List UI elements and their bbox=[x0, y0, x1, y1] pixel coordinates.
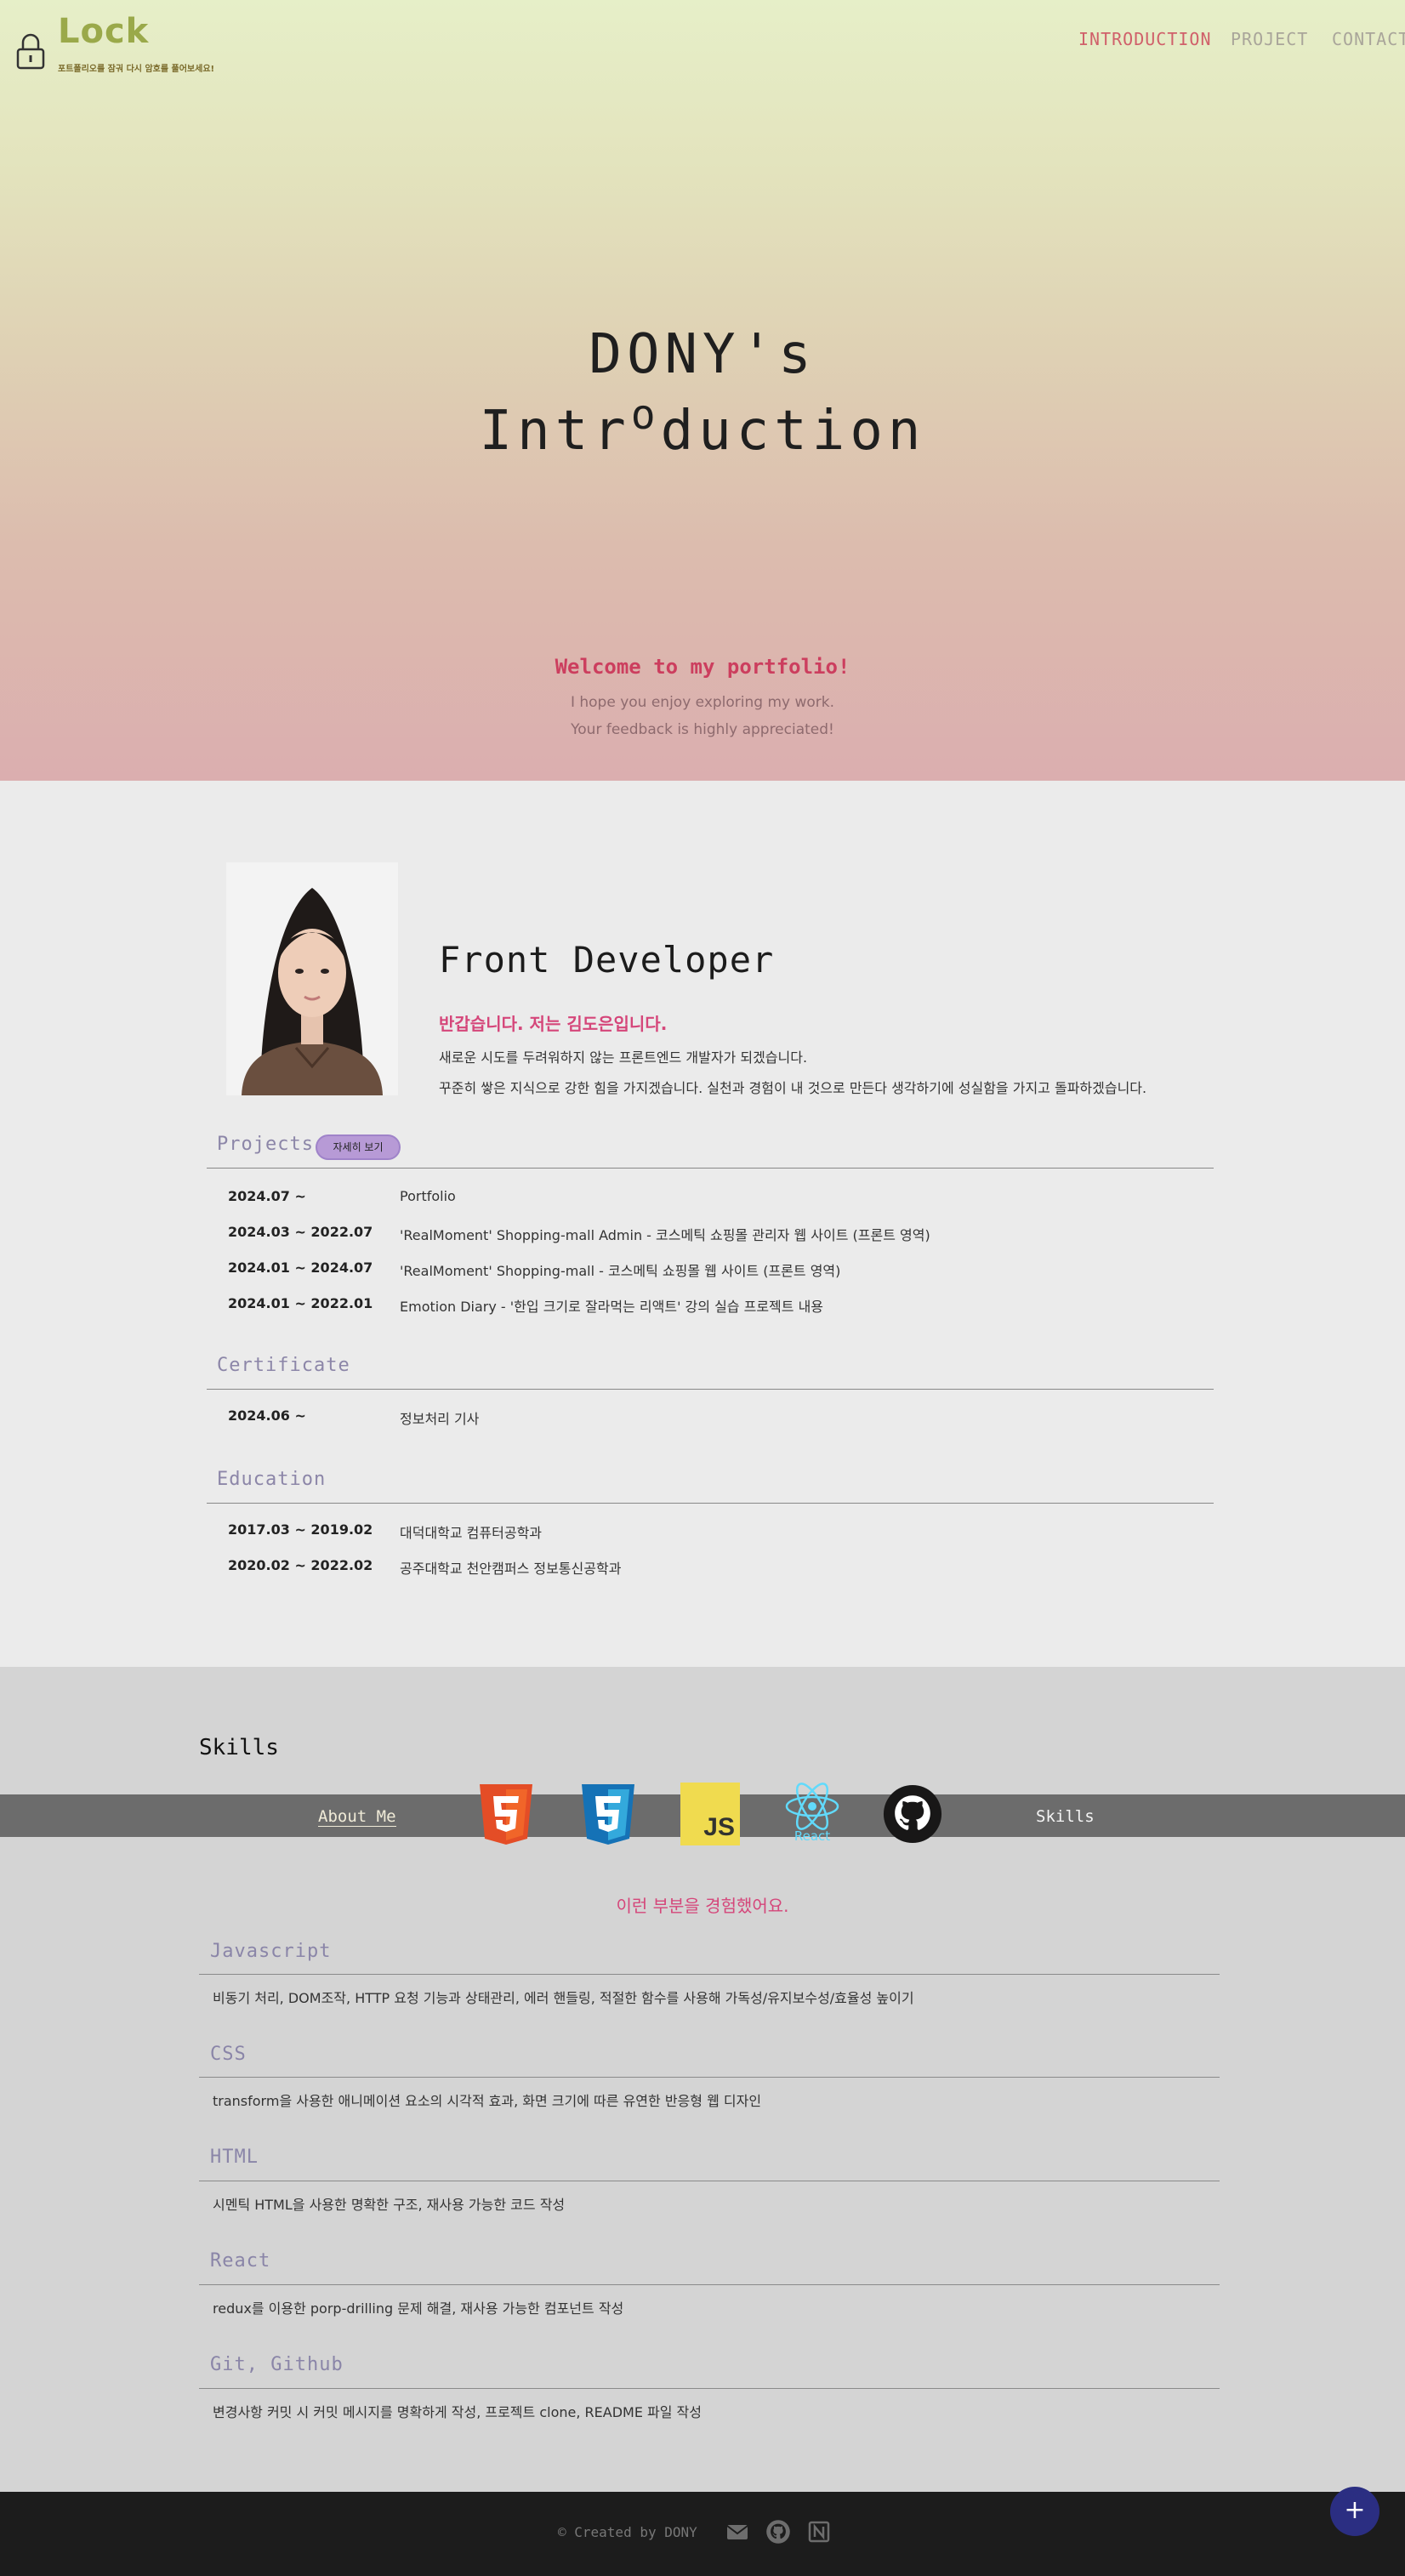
skill-divider bbox=[199, 2077, 1220, 2078]
tab-skills[interactable]: Skills bbox=[1036, 1807, 1095, 1826]
project-desc: 'RealMoment' Shopping-mall Admin - 코스메틱 … bbox=[400, 1227, 930, 1243]
js-label: JS bbox=[703, 1813, 735, 1841]
education-date: 2020.02 ~ 2022.02 bbox=[228, 1557, 373, 1573]
skill-divider bbox=[199, 1974, 1220, 1975]
footer bbox=[0, 2492, 1405, 2576]
logo-subtitle: 포트폴리오를 잠궈 다시 암호를 풀어보세요! bbox=[58, 65, 215, 74]
javascript-icon[interactable]: JS bbox=[680, 1783, 740, 1845]
copyright-text: © Created by DONY bbox=[558, 2524, 697, 2540]
skill-heading-javascript: Javascript bbox=[210, 1941, 332, 1962]
hero-section: Lock 포트폴리오를 잠궈 다시 암호를 풀어보세요! INTRODUCTIO… bbox=[0, 0, 1405, 781]
hero-title-prefix: Intr bbox=[479, 400, 631, 463]
hero-title-line1: DONY's bbox=[589, 323, 816, 386]
projects-heading: Projects bbox=[217, 1134, 314, 1155]
project-desc: Portfolio bbox=[400, 1188, 456, 1204]
nav-project[interactable]: PROJECT bbox=[1231, 29, 1308, 49]
role-title: Front Developer bbox=[439, 939, 775, 981]
hero-subtext-2: Your feedback is highly appreciated! bbox=[571, 721, 834, 738]
education-date: 2017.03 ~ 2019.02 bbox=[228, 1521, 373, 1538]
mail-icon[interactable] bbox=[725, 2519, 750, 2545]
nav-contact[interactable]: CONTACT bbox=[1332, 29, 1405, 49]
nav-introduction[interactable]: INTRODUCTION bbox=[1078, 29, 1212, 49]
hero-title-raised: o bbox=[630, 391, 661, 439]
certificate-divider bbox=[207, 1389, 1214, 1390]
education-desc: 대덕대학교 컴퓨터공학과 bbox=[400, 1525, 543, 1541]
skills-title: Skills bbox=[199, 1735, 279, 1760]
education-divider bbox=[207, 1503, 1214, 1504]
skill-desc-html: 시멘틱 HTML을 사용한 명확한 구조, 재사용 가능한 코드 작성 bbox=[213, 2197, 566, 2213]
react-icon[interactable]: React bbox=[782, 1783, 842, 1845]
project-date: 2024.07 ~ bbox=[228, 1188, 306, 1204]
skill-heading-css: CSS bbox=[210, 2044, 247, 2065]
lock-icon[interactable] bbox=[15, 32, 46, 70]
certificate-date: 2024.06 ~ bbox=[228, 1407, 306, 1424]
css3-icon[interactable] bbox=[578, 1783, 638, 1845]
skill-heading-react: React bbox=[210, 2250, 271, 2272]
greeting-text: 반갑습니다. 저는 김도은입니다. bbox=[439, 1014, 668, 1034]
skill-heading-html: HTML bbox=[210, 2147, 259, 2168]
hero-subtext-1: I hope you enjoy exploring my work. bbox=[570, 694, 835, 711]
project-date: 2024.01 ~ 2024.07 bbox=[228, 1260, 373, 1276]
footer-github-icon[interactable] bbox=[765, 2519, 791, 2545]
react-label: React bbox=[794, 1828, 831, 1844]
skill-desc-git: 변경사항 커밋 시 커밋 메시지를 명확하게 작성, 프로젝트 clone, R… bbox=[213, 2404, 702, 2420]
project-desc: Emotion Diary - '한입 크기로 잘라먹는 리액트' 강의 실습 … bbox=[400, 1299, 824, 1315]
welcome-text: Welcome to my portfolio! bbox=[555, 655, 850, 679]
education-heading: Education bbox=[217, 1469, 327, 1490]
notion-icon[interactable] bbox=[806, 2519, 832, 2545]
project-date: 2024.01 ~ 2022.01 bbox=[228, 1295, 373, 1311]
skill-divider bbox=[199, 2388, 1220, 2389]
logo-title: Lock bbox=[58, 12, 150, 51]
floating-add-button[interactable]: + bbox=[1330, 2487, 1379, 2536]
project-date: 2024.03 ~ 2022.07 bbox=[228, 1224, 373, 1240]
tab-about-me[interactable]: About Me bbox=[318, 1807, 396, 1827]
education-desc: 공주대학교 천안캠퍼스 정보통신공학과 bbox=[400, 1561, 622, 1577]
certificate-desc: 정보처리 기사 bbox=[400, 1411, 480, 1427]
skill-desc-react: redux를 이용한 porp-drilling 문제 해결, 재사용 가능한 … bbox=[213, 2300, 624, 2317]
skills-subtitle: 이런 부분을 경험했어요. bbox=[616, 1896, 789, 1916]
hero-title-suffix: duction bbox=[660, 400, 926, 463]
certificate-heading: Certificate bbox=[217, 1355, 350, 1376]
skill-desc-javascript: 비동기 처리, DOM조작, HTTP 요청 기능과 상태관리, 에러 핸들링,… bbox=[213, 1990, 914, 2006]
skill-divider bbox=[199, 2284, 1220, 2285]
skill-desc-css: transform을 사용한 애니메이션 요소의 시각적 효과, 화면 크기에 … bbox=[213, 2093, 762, 2109]
projects-divider bbox=[207, 1168, 1214, 1169]
skill-heading-git: Git, Github bbox=[210, 2354, 344, 2375]
view-more-button[interactable]: 자세히 보기 bbox=[316, 1134, 401, 1160]
github-icon[interactable] bbox=[883, 1783, 942, 1845]
intro-line-1: 새로운 시도를 두려워하지 않는 프론트엔드 개발자가 되겠습니다. bbox=[439, 1049, 808, 1066]
hero-title-line2: Introduction bbox=[0, 391, 1405, 463]
intro-line-2: 꾸준히 쌓은 지식으로 강한 힘을 가지겠습니다. 실천과 경험이 내 것으로 … bbox=[439, 1080, 1147, 1096]
profile-photo bbox=[226, 862, 398, 1095]
project-desc: 'RealMoment' Shopping-mall - 코스메틱 쇼핑몰 웹 … bbox=[400, 1263, 841, 1279]
html5-icon[interactable] bbox=[476, 1783, 536, 1845]
